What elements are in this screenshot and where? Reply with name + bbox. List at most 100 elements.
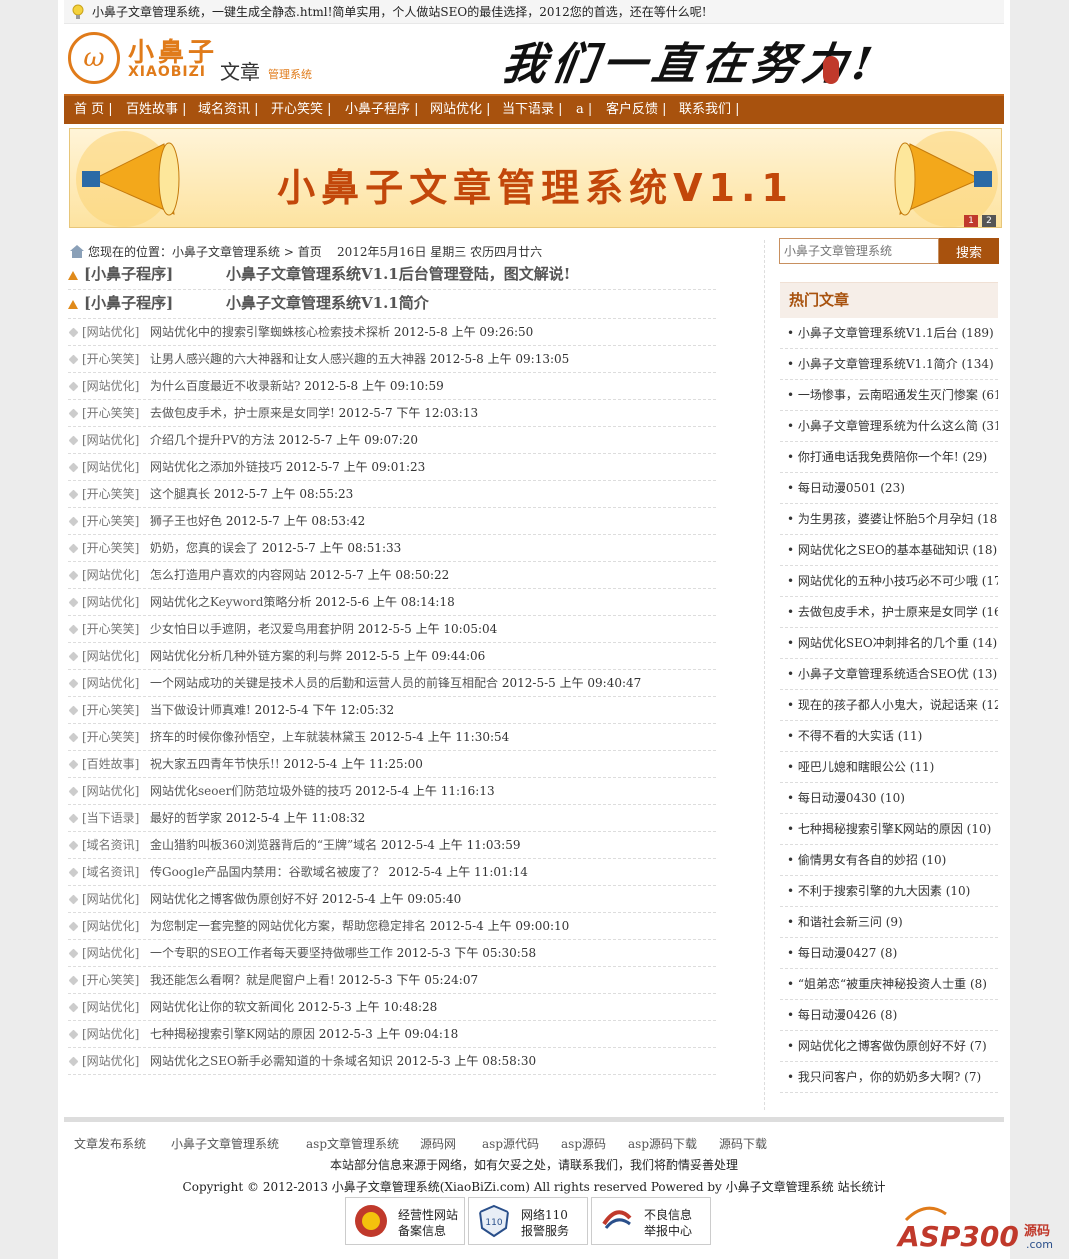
article-link[interactable]: 一个网站成功的关键是技术人员的后勤和运营人员的前锋互相配合 2012-5-5 上… [150, 670, 641, 696]
hot-article-item[interactable]: • 小鼻子文章管理系统V1.1简介 (134) [780, 349, 998, 380]
article-category[interactable]: [网站优化] [82, 994, 139, 1020]
article-category[interactable]: [开心笑笑] [82, 535, 139, 561]
article-category[interactable]: [网站优化] [82, 373, 139, 399]
article-category[interactable]: [网站优化] [82, 562, 139, 588]
featured-item[interactable]: [小鼻子程序] 小鼻子文章管理系统V1.1后台管理登陆，图文解说! [68, 262, 716, 290]
article-link[interactable]: 这个腿真长 2012-5-7 上午 08:55:23 [150, 481, 353, 507]
article-row[interactable]: [开心笑笑] 我还能怎么看啊？就是爬窗户上看! 2012-5-3 下午 05:24… [68, 967, 716, 994]
article-link[interactable]: 金山猎豹叫板360浏览器背后的“王牌”域名 2012-5-4 上午 11:03:… [150, 832, 520, 858]
article-row[interactable]: [网站优化] 一个网站成功的关键是技术人员的后勤和运营人员的前锋互相配合 2012… [68, 670, 716, 697]
badge-icp[interactable]: 经营性网站 备案信息 [345, 1197, 465, 1245]
breadcrumb-home[interactable]: 首页 [298, 245, 322, 259]
hot-article-item[interactable]: • 七种揭秘搜索引擎K网站的原因 (10) [780, 814, 998, 845]
article-category[interactable]: [网站优化] [82, 319, 139, 345]
article-link[interactable]: 介绍几个提升PV的方法 2012-5-7 上午 09:07:20 [150, 427, 418, 453]
article-category[interactable]: [网站优化] [82, 589, 139, 615]
breadcrumb-site[interactable]: 小鼻子文章管理系统 [172, 245, 280, 259]
article-title[interactable]: 为什么百度最近不收录新站? [150, 379, 300, 393]
featured-category[interactable]: [小鼻子程序] [84, 262, 173, 286]
hot-article-item[interactable]: • 现在的孩子都人小鬼大，说起话来 (12) [780, 690, 998, 721]
article-row[interactable]: [网站优化] 网站优化分析几种外链方案的利与弊 2012-5-5 上午 09:44… [68, 643, 716, 670]
featured-title[interactable]: 小鼻子文章管理系统V1.1简介 [226, 291, 429, 315]
article-category[interactable]: [网站优化] [82, 643, 139, 669]
article-title[interactable]: 网站优化分析几种外链方案的利与弊 [150, 649, 342, 663]
article-title[interactable]: 为您制定一套完整的网站优化方案，帮助您稳定排名 [150, 919, 426, 933]
hot-article-item[interactable]: • 网站优化之博客做伪原创好不好 (7) [780, 1031, 998, 1062]
hot-article-item[interactable]: • 网站优化之SEO的基本基础知识 (18) [780, 535, 998, 566]
article-link[interactable]: 怎么打造用户喜欢的内容网站 2012-5-7 上午 08:50:22 [150, 562, 449, 588]
featured-category[interactable]: [小鼻子程序] [84, 291, 173, 315]
article-link[interactable]: 网站优化seoer们防范垃圾外链的技巧 2012-5-4 上午 11:16:13 [150, 778, 495, 804]
article-title[interactable]: 让男人感兴趣的六大神器和让女人感兴趣的五大神器 [150, 352, 426, 366]
article-link[interactable]: 当下做设计师真难! 2012-5-4 下午 12:05:32 [150, 697, 394, 723]
article-row[interactable]: [开心笑笑] 当下做设计师真难! 2012-5-4 下午 12:05:32 [68, 697, 716, 724]
hot-article-item[interactable]: • 每日动漫0427 (8) [780, 938, 998, 969]
article-row[interactable]: [网站优化] 为什么百度最近不收录新站? 2012-5-8 上午 09:10:59 [68, 373, 716, 400]
hot-article-item[interactable]: • 和谐社会新三问 (9) [780, 907, 998, 938]
article-title[interactable]: 少女怕日以手遮阴，老汉爱鸟用套护阴 [150, 622, 354, 636]
search-input[interactable] [779, 238, 939, 264]
article-category[interactable]: [网站优化] [82, 940, 139, 966]
article-title[interactable]: 我还能怎么看啊？就是爬窗户上看! [150, 973, 335, 987]
article-category[interactable]: [网站优化] [82, 913, 139, 939]
hot-article-item[interactable]: • 你打通电话我免费陪你一个年! (29) [780, 442, 998, 473]
hot-article-item[interactable]: • 我只问客户，你的奶奶多大啊? (7) [780, 1062, 998, 1093]
article-title[interactable]: 一个专职的SEO工作者每天要坚持做哪些工作 [150, 946, 393, 960]
article-link[interactable]: 我还能怎么看啊？就是爬窗户上看! 2012-5-3 下午 05:24:07 [150, 967, 478, 993]
featured-title[interactable]: 小鼻子文章管理系统V1.1后台管理登陆，图文解说! [226, 262, 570, 286]
article-row[interactable]: [网站优化] 网站优化之SEO新手必需知道的十条域名知识 2012-5-3 上午 … [68, 1048, 716, 1075]
article-row[interactable]: [当下语录] 最好的哲学家 2012-5-4 上午 11:08:32 [68, 805, 716, 832]
article-link[interactable]: 为什么百度最近不收录新站? 2012-5-8 上午 09:10:59 [150, 373, 444, 399]
hot-article-item[interactable]: • “姐弟恋“被重庆神秘投资人士重 (8) [780, 969, 998, 1000]
article-category[interactable]: [开心笑笑] [82, 400, 139, 426]
article-row[interactable]: [网站优化] 怎么打造用户喜欢的内容网站 2012-5-7 上午 08:50:22 [68, 562, 716, 589]
article-row[interactable]: [网站优化] 网站优化seoer们防范垃圾外链的技巧 2012-5-4 上午 11… [68, 778, 716, 805]
article-title[interactable]: 网站优化之Keyword策略分析 [150, 595, 311, 609]
article-title[interactable]: 狮子王也好色 [150, 514, 222, 528]
article-category[interactable]: [网站优化] [82, 886, 139, 912]
article-link[interactable]: 挤车的时候你像孙悟空，上车就装林黛玉 2012-5-4 上午 11:30:54 [150, 724, 509, 750]
nav-item-quotes[interactable]: 当下语录 | [502, 96, 563, 124]
hot-article-item[interactable]: • 偷情男女有各自的妙招 (10) [780, 845, 998, 876]
article-title[interactable]: 介绍几个提升PV的方法 [150, 433, 275, 447]
article-title[interactable]: 网站优化之SEO新手必需知道的十条域名知识 [150, 1054, 393, 1068]
article-title[interactable]: 怎么打造用户喜欢的内容网站 [150, 568, 306, 582]
article-category[interactable]: [开心笑笑] [82, 508, 139, 534]
hot-article-item[interactable]: • 每日动漫0430 (10) [780, 783, 998, 814]
footer-link[interactable]: 源码下载 [719, 1135, 767, 1152]
badge-110[interactable]: 110 网络110 报警服务 [468, 1197, 588, 1245]
article-category[interactable]: [网站优化] [82, 778, 139, 804]
article-row[interactable]: [网站优化] 网站优化之博客做伪原创好不好 2012-5-4 上午 09:05:4… [68, 886, 716, 913]
article-category[interactable]: [开心笑笑] [82, 616, 139, 642]
article-row[interactable]: [开心笑笑] 狮子王也好色 2012-5-7 上午 08:53:42 [68, 508, 716, 535]
hot-article-item[interactable]: • 小鼻子文章管理系统V1.1后台 (189) [780, 318, 998, 349]
article-link[interactable]: 狮子王也好色 2012-5-7 上午 08:53:42 [150, 508, 365, 534]
article-title[interactable]: 一个网站成功的关键是技术人员的后勤和运营人员的前锋互相配合 [150, 676, 498, 690]
nav-item-domain[interactable]: 域名资讯 | [198, 96, 259, 124]
hot-article-item[interactable]: • 小鼻子文章管理系统为什么这么简 (31) [780, 411, 998, 442]
article-row[interactable]: [开心笑笑] 少女怕日以手遮阴，老汉爱鸟用套护阴 2012-5-5 上午 10:0… [68, 616, 716, 643]
article-category[interactable]: [网站优化] [82, 1021, 139, 1047]
article-row[interactable]: [域名资讯] 传Google产品国内禁用：谷歌域名被废了？ 2012-5-4 上午… [68, 859, 716, 886]
article-row[interactable]: [开心笑笑] 这个腿真长 2012-5-7 上午 08:55:23 [68, 481, 716, 508]
nav-item-contact[interactable]: 联系我们 | [679, 96, 740, 124]
article-link[interactable]: 网站优化分析几种外链方案的利与弊 2012-5-5 上午 09:44:06 [150, 643, 485, 669]
article-row[interactable]: [网站优化] 介绍几个提升PV的方法 2012-5-7 上午 09:07:20 [68, 427, 716, 454]
article-category[interactable]: [百姓故事] [82, 751, 139, 777]
article-category[interactable]: [开心笑笑] [82, 481, 139, 507]
footer-link[interactable]: asp源码 [561, 1135, 606, 1152]
article-row[interactable]: [开心笑笑] 去做包皮手术，护士原来是女同学! 2012-5-7 下午 12:03… [68, 400, 716, 427]
article-category[interactable]: [网站优化] [82, 1048, 139, 1074]
article-link[interactable]: 奶奶，您真的误会了 2012-5-7 上午 08:51:33 [150, 535, 401, 561]
article-category[interactable]: [开心笑笑] [82, 967, 139, 993]
article-title[interactable]: 祝大家五四青年节快乐!! [150, 757, 280, 771]
article-category[interactable]: [当下语录] [82, 805, 139, 831]
footer-link[interactable]: 小鼻子文章管理系统 [171, 1135, 279, 1152]
article-title[interactable]: 当下做设计师真难! [150, 703, 251, 717]
footer-link[interactable]: asp源代码 [482, 1135, 539, 1152]
article-link[interactable]: 传Google产品国内禁用：谷歌域名被废了？ 2012-5-4 上午 11:01… [150, 859, 528, 885]
article-title[interactable]: 网站优化之博客做伪原创好不好 [150, 892, 318, 906]
article-link[interactable]: 七种揭秘搜索引擎K网站的原因 2012-5-3 上午 09:04:18 [150, 1021, 458, 1047]
nav-item-a[interactable]: a | [576, 96, 592, 124]
hot-article-item[interactable]: • 不利于搜索引擎的九大因素 (10) [780, 876, 998, 907]
